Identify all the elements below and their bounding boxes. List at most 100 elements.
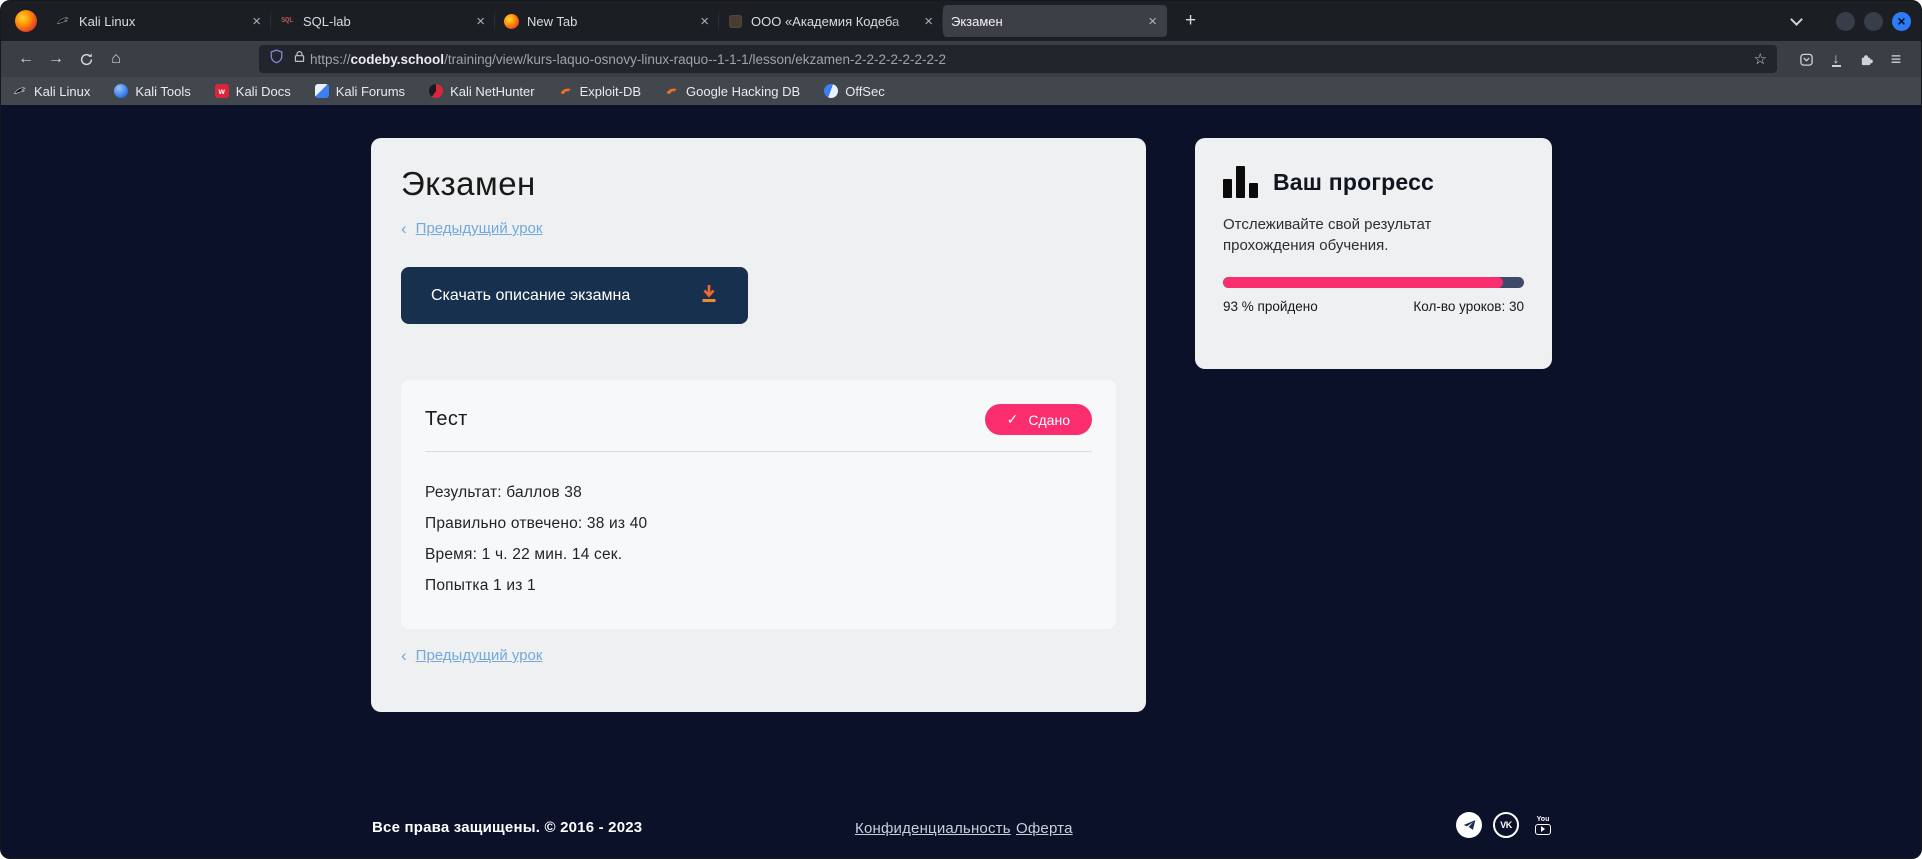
- page-content: Экзамен ‹ Предыдущий урок Скачать описан…: [1, 105, 1921, 859]
- progress-card: Ваш прогресс Отслеживайте свой результат…: [1195, 138, 1552, 369]
- youtube-label: You: [1537, 816, 1550, 823]
- forward-button[interactable]: →: [41, 45, 71, 73]
- bookmark-kali-docs[interactable]: w Kali Docs: [215, 84, 291, 99]
- telegram-icon[interactable]: [1456, 812, 1482, 838]
- progress-title: Ваш прогресс: [1273, 169, 1434, 196]
- result-time-line: Время: 1 ч. 22 мин. 14 сек.: [425, 539, 1092, 570]
- bar-chart-icon: [1223, 166, 1258, 198]
- privacy-link[interactable]: Конфиденциальность: [855, 820, 1011, 837]
- back-button[interactable]: ←: [11, 45, 41, 73]
- url-bar[interactable]: https://codeby.school/training/view/kurs…: [259, 45, 1777, 73]
- chevron-left-icon: ‹: [401, 221, 407, 236]
- extensions-puzzle-icon[interactable]: [1851, 45, 1881, 73]
- exam-card: Экзамен ‹ Предыдущий урок Скачать описан…: [371, 138, 1146, 712]
- percent-complete-label: 93 % пройдено: [1223, 299, 1318, 314]
- offer-link[interactable]: Оферта: [1016, 820, 1073, 837]
- tab-bar: Kali Linux × SQL SQL-lab × New Tab × ООО…: [1, 1, 1921, 41]
- vk-label: VK: [1500, 820, 1512, 830]
- tab-title: Экзамен: [951, 14, 1140, 29]
- passed-status-badge: ✓ Сдано: [985, 404, 1092, 435]
- close-icon: ×: [1897, 13, 1905, 29]
- previous-lesson-link-top[interactable]: ‹ Предыдущий урок: [401, 220, 1116, 237]
- tab-sql-lab[interactable]: SQL SQL-lab ×: [271, 5, 495, 37]
- bookmark-label: Google Hacking DB: [686, 84, 800, 99]
- firefox-logo-icon: [15, 10, 37, 32]
- previous-lesson-anchor[interactable]: Предыдущий урок: [416, 220, 543, 237]
- hamburger-menu-button[interactable]: ≡: [1881, 45, 1911, 73]
- download-arrow-icon: ↓: [1832, 52, 1841, 67]
- bookmark-kali-linux[interactable]: Kali Linux: [13, 84, 90, 99]
- bookmark-label: OffSec: [845, 84, 885, 99]
- downloads-button[interactable]: ↓: [1821, 45, 1851, 73]
- maximize-button[interactable]: [1864, 12, 1883, 31]
- kali-forums-icon: [315, 84, 329, 98]
- tab-close-icon[interactable]: ×: [474, 14, 487, 29]
- download-icon: [698, 282, 720, 309]
- bookmark-label: Kali Forums: [336, 84, 405, 99]
- bookmark-google-hacking-db[interactable]: Google Hacking DB: [665, 84, 800, 99]
- codeby-favicon-icon: [727, 13, 743, 29]
- kali-dragon-favicon-icon: [55, 13, 71, 29]
- tab-kali-linux[interactable]: Kali Linux ×: [47, 5, 271, 37]
- url-domain: codeby.school: [351, 52, 445, 67]
- progress-bar-track: [1223, 277, 1524, 288]
- vk-icon[interactable]: VK: [1493, 812, 1519, 838]
- sql-favicon-icon: SQL: [279, 13, 295, 29]
- firefox-favicon-icon: [503, 13, 519, 29]
- tracking-protection-shield-icon[interactable]: [269, 49, 284, 69]
- bookmark-exploit-db[interactable]: Exploit-DB: [559, 84, 641, 99]
- tab-ekzamen-active[interactable]: Экзамен ×: [943, 5, 1167, 37]
- list-all-tabs-chevron-icon[interactable]: [1790, 13, 1803, 26]
- youtube-play-icon: [1535, 824, 1551, 835]
- bookmarks-toolbar: Kali Linux Kali Tools w Kali Docs Kali F…: [1, 77, 1921, 105]
- bookmark-kali-forums[interactable]: Kali Forums: [315, 84, 405, 99]
- new-tab-button[interactable]: +: [1179, 10, 1202, 32]
- bookmark-label: Kali Tools: [135, 84, 190, 99]
- bookmark-label: Kali Linux: [34, 84, 90, 99]
- url-path: /training/view/kurs-laquo-osnovy-linux-r…: [444, 52, 946, 67]
- browser-window: Kali Linux × SQL SQL-lab × New Tab × ООО…: [0, 0, 1922, 859]
- result-correct-line: Правильно отвечено: 38 из 40: [425, 508, 1092, 539]
- tab-new-tab[interactable]: New Tab ×: [495, 5, 719, 37]
- tab-close-icon[interactable]: ×: [922, 14, 935, 29]
- bookmark-label: Exploit-DB: [580, 84, 641, 99]
- bookmark-label: Kali Docs: [236, 84, 291, 99]
- previous-lesson-link-bottom[interactable]: ‹ Предыдущий урок: [401, 647, 1116, 664]
- test-result-card: Тест ✓ Сдано Результат: баллов 38 Правил…: [401, 380, 1116, 629]
- window-controls: ×: [1827, 12, 1911, 31]
- tab-title: ООО «Академия Кодеба: [751, 14, 916, 29]
- reload-button[interactable]: [71, 45, 101, 73]
- bookmark-label: Kali NetHunter: [450, 84, 535, 99]
- tab-close-icon[interactable]: ×: [1146, 14, 1159, 29]
- progress-bar-fill: [1223, 277, 1503, 288]
- test-header-row: Тест ✓ Сдано: [425, 404, 1092, 435]
- kali-nethunter-icon: [429, 84, 443, 98]
- tab-title: Kali Linux: [79, 14, 244, 29]
- google-hacking-db-bird-icon: [665, 84, 679, 98]
- home-button[interactable]: ⌂: [101, 45, 131, 73]
- progress-header: Ваш прогресс: [1223, 166, 1524, 198]
- youtube-icon[interactable]: You: [1530, 812, 1556, 838]
- bookmark-kali-nethunter[interactable]: Kali NetHunter: [429, 84, 535, 99]
- url-text: https://codeby.school/training/view/kurs…: [310, 52, 1746, 67]
- progress-labels: 93 % пройдено Кол-во уроков: 30: [1223, 299, 1524, 314]
- progress-description: Отслеживайте свой результат прохождения …: [1223, 214, 1463, 256]
- download-exam-description-button[interactable]: Скачать описание экзамна: [401, 267, 748, 324]
- url-scheme: https://: [310, 52, 351, 67]
- download-button-label: Скачать описание экзамна: [431, 287, 630, 305]
- tab-close-icon[interactable]: ×: [698, 14, 711, 29]
- bookmark-star-icon[interactable]: ☆: [1754, 50, 1767, 68]
- tab-akademiya-codeby[interactable]: ООО «Академия Кодеба ×: [719, 5, 943, 37]
- minimize-button[interactable]: [1836, 12, 1855, 31]
- close-window-button[interactable]: ×: [1892, 12, 1911, 31]
- previous-lesson-anchor[interactable]: Предыдущий урок: [416, 647, 543, 664]
- divider: [425, 451, 1092, 452]
- bookmark-kali-tools[interactable]: Kali Tools: [114, 84, 190, 99]
- bookmark-offsec[interactable]: OffSec: [824, 84, 885, 99]
- pocket-icon[interactable]: [1791, 45, 1821, 73]
- badge-label: Сдано: [1028, 412, 1070, 428]
- test-title: Тест: [425, 408, 468, 431]
- lock-icon[interactable]: [293, 50, 306, 68]
- tab-title: New Tab: [527, 14, 692, 29]
- tab-close-icon[interactable]: ×: [250, 14, 263, 29]
